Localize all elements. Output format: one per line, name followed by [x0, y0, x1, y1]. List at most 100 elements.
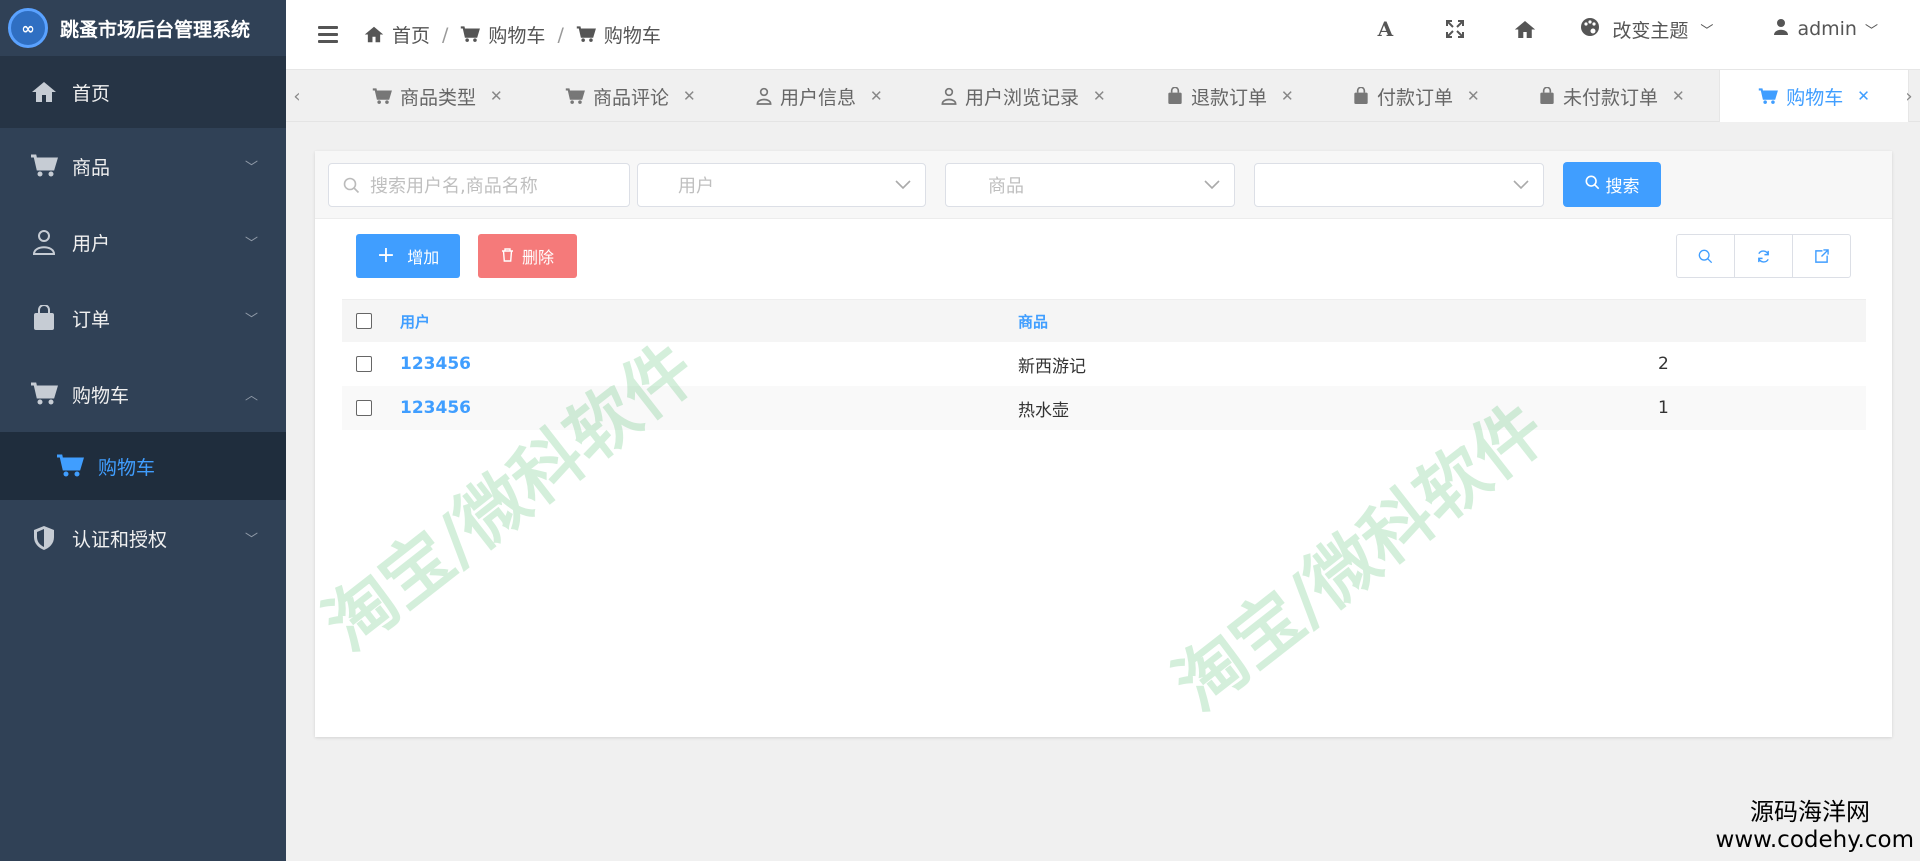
sidebar-item-label: 商品: [72, 156, 111, 179]
user-select[interactable]: 用户: [637, 163, 926, 207]
chevron-down-icon: ﹀: [1864, 23, 1878, 39]
sidebar-item-home[interactable]: 首页: [0, 56, 286, 128]
chevron-left-icon[interactable]: ‹: [288, 70, 306, 122]
breadcrumb-item: 购物车: [576, 21, 661, 48]
cart-icon: [1758, 87, 1779, 105]
close-icon[interactable]: ✕: [1672, 87, 1685, 105]
tab-cart[interactable]: 购物车 ✕: [1719, 70, 1909, 122]
cart-table: 用户 商品 123456 新西游记 2 123456 热水壶 1: [342, 299, 1866, 430]
sidebar-item-cart[interactable]: 购物车 ︿: [0, 356, 286, 432]
close-icon[interactable]: ✕: [870, 87, 883, 105]
chevron-down-icon: ﹀: [244, 160, 258, 176]
row-checkbox[interactable]: [356, 400, 372, 416]
goods-select[interactable]: 商品: [945, 163, 1235, 207]
theme-switcher[interactable]: 改变主题 ﹀: [1580, 16, 1713, 43]
export-icon: [1815, 248, 1829, 263]
column-header-goods[interactable]: 商品: [1018, 311, 1048, 332]
cart-icon: [576, 26, 596, 43]
close-icon[interactable]: ✕: [1281, 87, 1294, 105]
logo[interactable]: ∞ 跳蚤市场后台管理系统: [0, 0, 286, 56]
third-select[interactable]: [1254, 163, 1544, 207]
row-checkbox[interactable]: [356, 356, 372, 372]
sidebar-item-label: 认证和授权: [72, 528, 168, 551]
tags-bar: ‹ 商品类型 ✕ 商品评论 ✕ 用户信息 ✕ 用户浏览记录 ✕ 退款订单 ✕ 付…: [286, 70, 1920, 122]
cell-user[interactable]: 123456: [400, 398, 471, 418]
breadcrumb: 首页 / 购物车 / 购物车: [364, 21, 661, 48]
theme-label: 改变主题: [1612, 19, 1689, 42]
select-all-checkbox[interactable]: [356, 313, 372, 329]
user-icon: [756, 87, 772, 105]
tab-paid-order[interactable]: 付款订单 ✕: [1353, 70, 1480, 122]
breadcrumb-item[interactable]: 购物车: [460, 21, 545, 48]
hamburger-menu-icon[interactable]: [318, 26, 338, 43]
close-icon[interactable]: ✕: [683, 87, 696, 105]
sidebar: ∞ 跳蚤市场后台管理系统 首页 商品 ﹀ 用户 ﹀ 订单 ﹀ 购物车 ︿ 购物车…: [0, 0, 286, 861]
footer-watermark-line1: 源码海洋网: [1750, 798, 1870, 826]
cart-icon: [372, 87, 392, 105]
tab-user-info[interactable]: 用户信息 ✕: [756, 70, 883, 122]
tab-unpaid-order[interactable]: 未付款订单 ✕: [1539, 70, 1685, 122]
sidebar-item-goods[interactable]: 商品 ﹀: [0, 128, 286, 204]
chevron-down-icon: ﹀: [244, 312, 258, 328]
chevron-down-icon: [895, 180, 911, 190]
top-header: 首页 / 购物车 / 购物车 A 改变主题 ﹀ admin ﹀: [286, 0, 1920, 70]
sidebar-subitem-cart[interactable]: 购物车: [0, 432, 286, 500]
table-header: 用户 商品: [342, 299, 1866, 342]
refresh-button[interactable]: [1735, 235, 1793, 277]
bag-icon: [30, 304, 58, 332]
user-icon: [1773, 18, 1789, 41]
sidebar-subitem-label: 购物车: [98, 456, 156, 479]
tab-user-browse[interactable]: 用户浏览记录 ✕: [941, 70, 1106, 122]
delete-button[interactable]: 删除: [478, 234, 577, 278]
content-card: 搜索用户名,商品名称 用户 商品 搜索 + 增加 删除 用户 商品 123456…: [315, 151, 1892, 737]
sidebar-item-label: 首页: [72, 82, 111, 105]
chevron-right-icon[interactable]: ›: [1900, 70, 1918, 122]
search-icon: [1585, 175, 1600, 195]
cart-icon: [30, 380, 58, 408]
fullscreen-icon[interactable]: [1420, 20, 1490, 38]
sidebar-item-label: 用户: [72, 232, 111, 255]
tab-goods-type[interactable]: 商品类型 ✕: [372, 70, 503, 122]
cart-icon: [565, 87, 585, 105]
close-icon[interactable]: ✕: [1093, 87, 1106, 105]
refresh-icon: [1758, 249, 1769, 263]
table-row[interactable]: 123456 热水壶 1: [342, 386, 1866, 430]
user-name: admin: [1797, 18, 1857, 40]
home-icon: [364, 26, 384, 43]
columns-button[interactable]: [1793, 235, 1850, 277]
table-tools: [1676, 234, 1851, 278]
cell-quantity: 1: [1658, 398, 1669, 418]
header-toolbar: A 改变主题 ﹀ admin ﹀: [1350, 0, 1920, 58]
chevron-up-icon: ︿: [244, 388, 258, 404]
chevron-down-icon: ﹀: [1700, 23, 1714, 39]
user-icon: [941, 87, 957, 105]
close-icon[interactable]: ✕: [1467, 87, 1480, 105]
font-size-icon[interactable]: A: [1350, 17, 1420, 41]
search-icon: [1698, 249, 1713, 263]
close-icon[interactable]: ✕: [490, 87, 503, 105]
breadcrumb-item[interactable]: 首页: [364, 21, 430, 48]
user-icon: [30, 228, 58, 256]
breadcrumb-separator: /: [442, 23, 449, 46]
user-menu[interactable]: admin ﹀: [1773, 18, 1878, 41]
close-icon[interactable]: ✕: [1857, 87, 1870, 105]
add-button[interactable]: + 增加: [356, 234, 460, 278]
table-row[interactable]: 123456 新西游记 2: [342, 342, 1866, 386]
home-icon[interactable]: [1490, 20, 1560, 39]
sidebar-item-auth[interactable]: 认证和授权 ﹀: [0, 500, 286, 576]
cell-user[interactable]: 123456: [400, 354, 471, 374]
search-input[interactable]: 搜索用户名,商品名称: [328, 163, 630, 207]
plus-icon: +: [376, 243, 396, 268]
column-header-user[interactable]: 用户: [400, 311, 430, 332]
sidebar-item-order[interactable]: 订单 ﹀: [0, 280, 286, 356]
shield-icon: [30, 524, 58, 552]
sidebar-item-user[interactable]: 用户 ﹀: [0, 204, 286, 280]
search-toggle-button[interactable]: [1677, 235, 1735, 277]
home-icon: [30, 78, 58, 106]
tab-goods-comment[interactable]: 商品评论 ✕: [565, 70, 696, 122]
breadcrumb-separator: /: [557, 23, 564, 46]
search-button[interactable]: 搜索: [1563, 162, 1661, 207]
tab-refund-order[interactable]: 退款订单 ✕: [1167, 70, 1294, 122]
cart-icon: [460, 26, 481, 43]
search-icon: [343, 177, 360, 194]
